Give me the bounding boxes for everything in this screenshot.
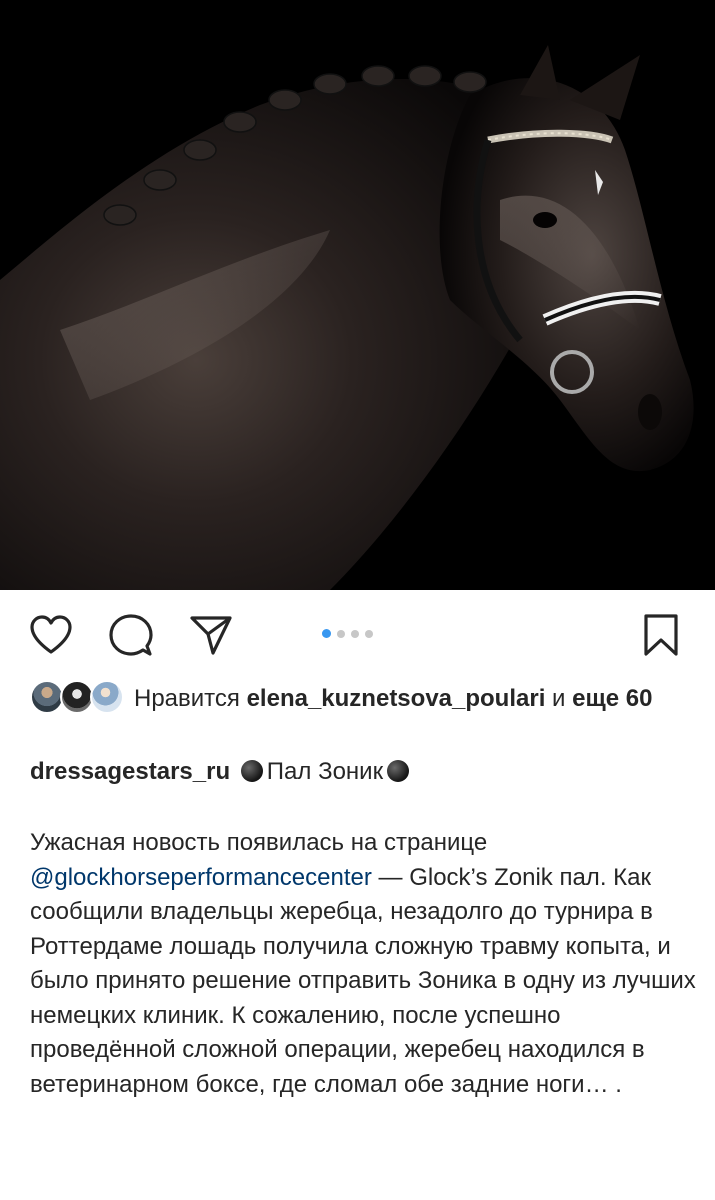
- comment-button[interactable]: [106, 610, 156, 660]
- paper-plane-icon: [190, 616, 232, 655]
- likes-conjunction: и: [552, 685, 566, 712]
- heart-icon: [30, 615, 72, 654]
- likes-summary[interactable]: Нравится elena_kuznetsova_poulari и еще …: [30, 680, 690, 716]
- share-button[interactable]: [186, 610, 236, 660]
- caption-line-1: Ужасная новость появилась на странице: [30, 829, 488, 856]
- caption-body: Ужасная новость появилась на странице @g…: [30, 826, 700, 1102]
- carousel-dot: [351, 629, 359, 638]
- bookmark-icon: [644, 614, 678, 656]
- black-circle-emoji: [240, 760, 263, 782]
- post-author-username[interactable]: dressagestars_ru: [30, 758, 230, 785]
- like-button[interactable]: [26, 610, 76, 660]
- carousel-indicator: [322, 629, 373, 638]
- avatar: [90, 680, 124, 714]
- likes-more-label[interactable]: еще: [572, 685, 619, 712]
- caption-after-mention: — Glock’s Zonik пал.: [371, 863, 607, 891]
- horse-photo: [0, 0, 715, 590]
- save-button[interactable]: [636, 610, 686, 660]
- liker-username[interactable]: elena_kuznetsova_poulari: [247, 685, 546, 712]
- likes-more-count[interactable]: 60: [626, 685, 653, 712]
- avatar: [30, 680, 64, 714]
- caption-text: Как сообщили владельцы жеребца, незадолг…: [30, 863, 696, 1098]
- carousel-dot-active: [322, 629, 331, 638]
- caption-title: Пал Зоник: [266, 758, 384, 785]
- post-action-bar: [0, 590, 715, 680]
- caption-header: dressagestars_ru Пал Зоник: [30, 756, 690, 788]
- black-circle-emoji: [387, 760, 410, 782]
- liker-avatars: [30, 680, 126, 716]
- carousel-dot: [337, 629, 345, 638]
- comment-icon: [109, 614, 153, 656]
- post-image[interactable]: [0, 0, 715, 590]
- likes-prefix: Нравится: [134, 685, 240, 712]
- avatar: [60, 680, 94, 714]
- mention-link[interactable]: @glockhorseperformancecenter: [30, 864, 372, 891]
- carousel-dot: [365, 629, 373, 638]
